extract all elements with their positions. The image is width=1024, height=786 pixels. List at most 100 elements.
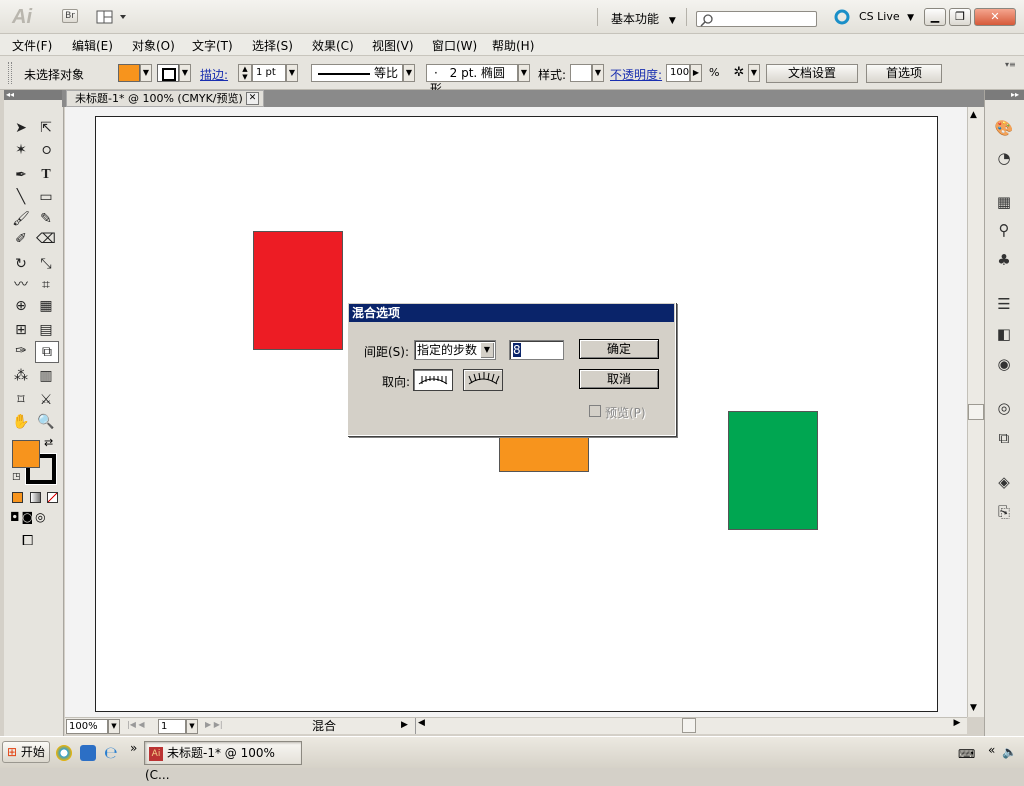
menu-window[interactable]: 窗口(W) [432, 37, 477, 54]
graphic-styles-icon[interactable]: ⧉ [993, 428, 1015, 448]
bridge-button[interactable]: Br [62, 9, 78, 23]
paintbrush-tool-icon[interactable]: 🖌 [10, 209, 32, 229]
opacity-link[interactable]: 不透明度: [610, 66, 662, 83]
gradient-mode-icon[interactable] [30, 492, 41, 503]
rectangle-tool-icon[interactable]: ▭ [35, 187, 57, 207]
fill-swatch[interactable] [118, 64, 140, 82]
gradient-tool-icon[interactable]: ▤ [35, 320, 57, 340]
brush-dropdown[interactable]: ▼ [518, 64, 530, 82]
color-guide-icon[interactable]: ◔ [993, 148, 1015, 168]
scale-tool-icon[interactable]: ⤡ [35, 254, 57, 274]
color-mode-icon[interactable] [12, 492, 23, 503]
lasso-tool-icon[interactable]: ഠ [35, 140, 57, 160]
eyedropper-tool-icon[interactable]: ✑ [10, 341, 32, 361]
spacing-select[interactable]: 指定的步数 ▼ [414, 340, 496, 360]
style-dropdown[interactable]: ▼ [592, 64, 604, 82]
zoom-input[interactable]: 100% [66, 719, 108, 734]
color-panel-icon[interactable]: 🎨 [993, 118, 1015, 138]
direct-selection-tool-icon[interactable]: ⇱ [35, 118, 57, 138]
stroke-weight-dropdown[interactable]: ▼ [286, 64, 298, 82]
artboard-number-input[interactable]: 1 [158, 719, 186, 734]
ok-button[interactable]: 确定 [579, 339, 659, 359]
artboard-dropdown[interactable]: ▼ [186, 719, 198, 734]
minimize-button[interactable]: ▁ [924, 8, 946, 26]
eraser-tool-icon[interactable]: ⌫ [35, 229, 57, 249]
zoom-tool-icon[interactable]: 🔍 [35, 412, 57, 432]
type-tool-icon[interactable]: T [35, 165, 57, 185]
horizontal-scroll-thumb[interactable] [682, 718, 696, 733]
scroll-up-icon[interactable]: ▲ [970, 110, 977, 120]
variable-width-profile[interactable]: 等比 [311, 64, 403, 82]
menu-view[interactable]: 视图(V) [372, 37, 414, 54]
cs-live-menu[interactable]: CS Live ▼ [859, 10, 914, 23]
next-artboard-icon[interactable]: ▶ ▶| [205, 720, 223, 729]
transparency-panel-icon[interactable]: ◉ [993, 354, 1015, 374]
vertical-scroll-thumb[interactable] [968, 404, 984, 420]
column-graph-tool-icon[interactable]: ▥ [35, 366, 57, 386]
scroll-left-icon[interactable]: ◀ [415, 718, 427, 734]
document-setup-button[interactable]: 文档设置 [766, 64, 858, 83]
symbol-sprayer-tool-icon[interactable]: ⁂ [10, 366, 32, 386]
mesh-tool-icon[interactable]: ⊞ [10, 320, 32, 340]
none-mode-icon[interactable] [47, 492, 58, 503]
volume-icon[interactable]: 🔈 [1002, 745, 1017, 759]
stroke-weight-stepper[interactable]: ▲ ▼ [238, 64, 252, 82]
graphic-style-swatch[interactable] [570, 64, 592, 82]
stroke-weight-input[interactable]: 1 pt [252, 64, 286, 82]
zoom-dropdown[interactable]: ▼ [108, 719, 120, 734]
steps-input[interactable]: 8 [509, 340, 564, 360]
blend-tool-icon[interactable]: ⧉ [35, 341, 59, 363]
artboard-tool-icon[interactable]: ⌑ [10, 390, 32, 410]
expand-quicklaunch-icon[interactable]: » [130, 741, 137, 755]
symbols-panel-icon[interactable]: ♣ [993, 250, 1015, 270]
brushes-panel-icon[interactable]: ⚲ [993, 220, 1015, 240]
keyboard-icon[interactable]: ⌨ [958, 747, 975, 761]
panel-menu-icon[interactable]: ▾≡ [1005, 60, 1016, 69]
expand-panels-icon[interactable]: ▸▸ [985, 90, 1024, 100]
gradient-panel-icon[interactable]: ◧ [993, 324, 1015, 344]
pen-tool-icon[interactable]: ✒ [10, 165, 32, 185]
close-tab-icon[interactable]: ✕ [246, 92, 259, 105]
brush-definition[interactable]: · 2 pt. 椭圆形 [426, 64, 518, 96]
opacity-dropdown[interactable]: ▶ [690, 64, 702, 82]
stroke-dropdown[interactable]: ▼ [179, 64, 191, 82]
vertical-scrollbar[interactable]: ▲ ▼ [967, 107, 984, 717]
stroke-link[interactable]: 描边: [200, 66, 228, 83]
green-rectangle[interactable] [728, 411, 818, 530]
free-transform-tool-icon[interactable]: ⌗ [35, 275, 57, 295]
browser-icon[interactable] [56, 745, 72, 761]
workspace-switcher[interactable]: 基本功能 ▼ [611, 10, 676, 27]
stroke-panel-icon[interactable]: ☰ [993, 294, 1015, 314]
line-tool-icon[interactable]: ╲ [10, 187, 32, 207]
blob-brush-tool-icon[interactable]: ✐ [10, 229, 32, 249]
orange-rectangle[interactable] [499, 434, 589, 472]
slice-tool-icon[interactable]: ⚔ [35, 390, 57, 410]
ie-icon[interactable]: ℮ [104, 743, 118, 762]
preferences-button[interactable]: 首选项 [866, 64, 942, 83]
recolor-artwork-icon[interactable]: ✲ [730, 64, 748, 82]
shape-builder-tool-icon[interactable]: ⊕ [10, 296, 32, 316]
scroll-right-icon[interactable]: ▶ [951, 718, 963, 734]
layers-panel-icon[interactable]: ◈ [993, 472, 1015, 492]
menu-effect[interactable]: 效果(C) [312, 37, 354, 54]
cancel-button[interactable]: 取消 [579, 369, 659, 389]
menu-object[interactable]: 对象(O) [132, 37, 175, 54]
opacity-input[interactable]: 100 [666, 64, 690, 82]
close-button[interactable]: ✕ [974, 8, 1016, 26]
tray-expand-icon[interactable]: « [988, 743, 995, 757]
recolor-dropdown[interactable]: ▼ [748, 64, 760, 82]
align-to-path-button[interactable] [463, 369, 503, 391]
pencil-tool-icon[interactable]: ✎ [35, 209, 57, 229]
warp-tool-icon[interactable]: 〰 [10, 275, 32, 295]
app-icon[interactable] [80, 745, 96, 761]
restore-button[interactable]: ❐ [949, 8, 971, 26]
hand-tool-icon[interactable]: ✋ [10, 412, 32, 432]
stroke-swatch[interactable] [157, 64, 179, 82]
perspective-grid-tool-icon[interactable]: ▦ [35, 296, 57, 316]
status-menu-icon[interactable]: ▶ [401, 720, 408, 730]
arrange-documents-button[interactable] [96, 10, 128, 24]
first-artboard-icon[interactable]: |◀ ◀ [127, 720, 145, 729]
draw-modes-icon[interactable]: ◘◙◎ [10, 510, 58, 526]
profile-dropdown[interactable]: ▼ [403, 64, 415, 82]
preview-checkbox[interactable] [589, 405, 601, 417]
